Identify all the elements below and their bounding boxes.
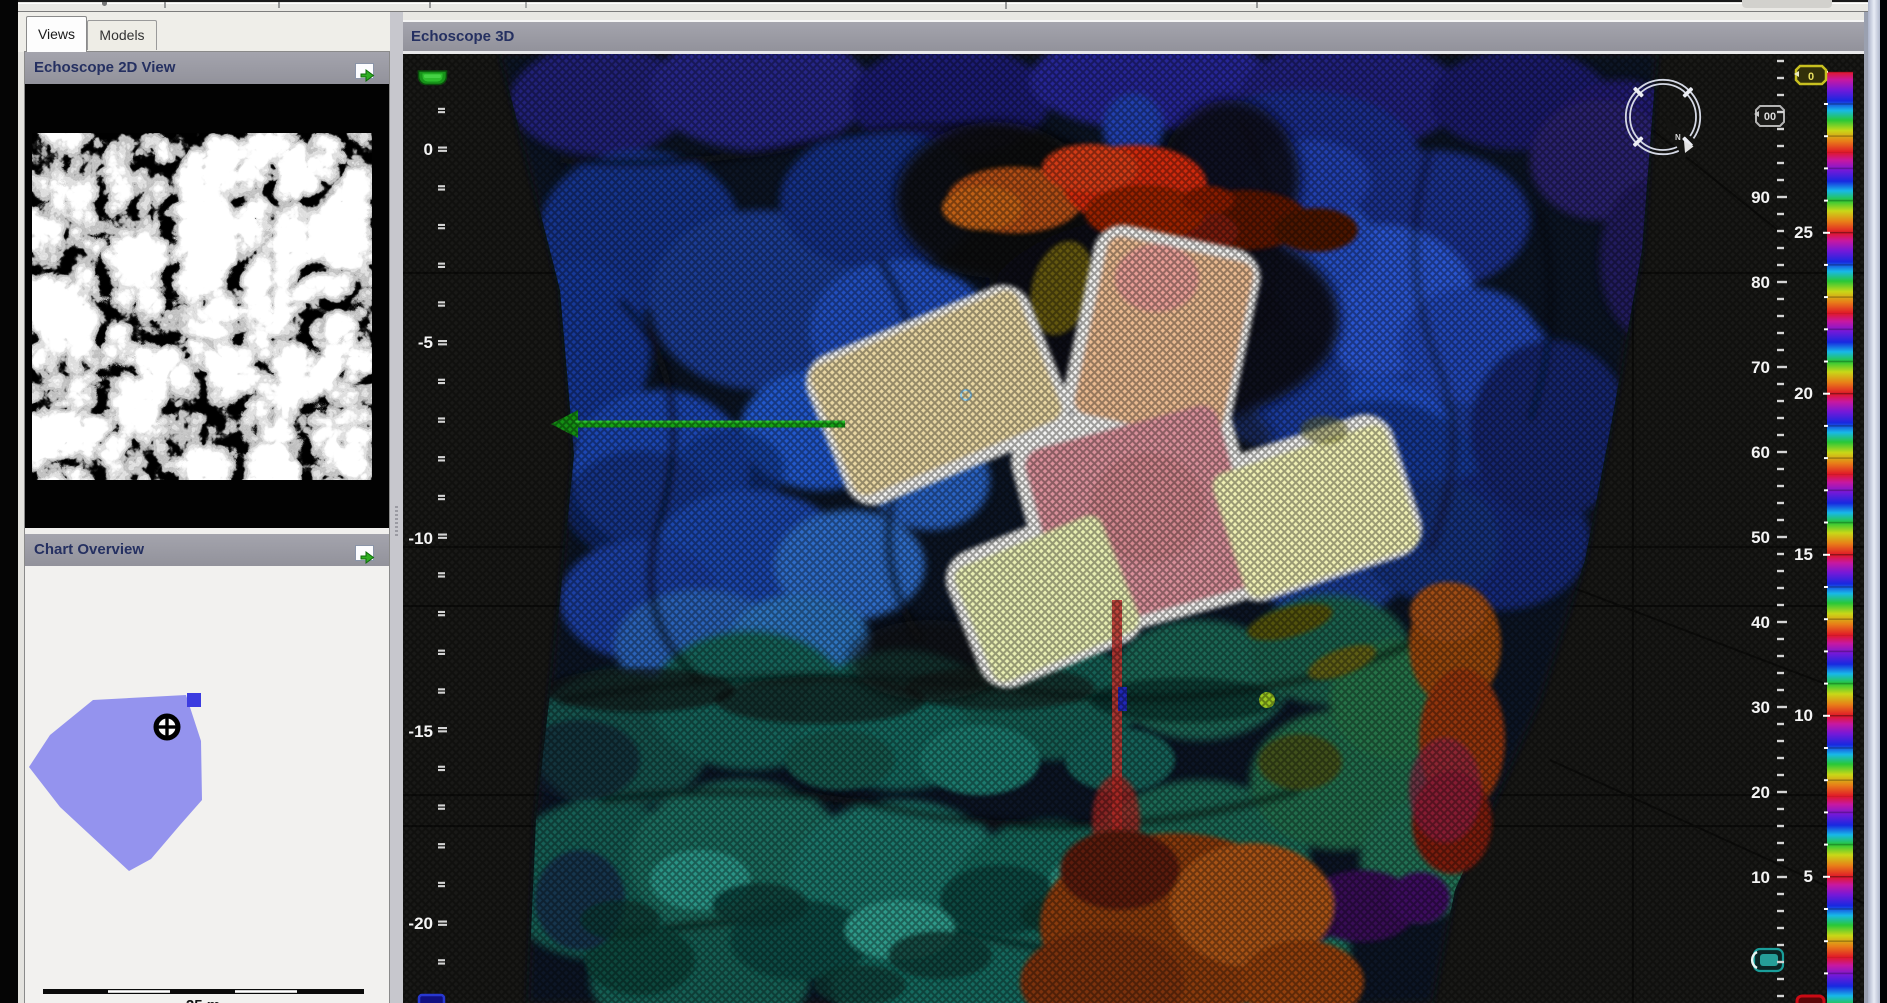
svg-text:10: 10 — [1794, 706, 1813, 725]
svg-text:60: 60 — [1751, 443, 1770, 462]
svg-text:-15: -15 — [408, 722, 433, 741]
svg-text:15: 15 — [1794, 545, 1813, 564]
svg-text:0: 0 — [1808, 71, 1814, 83]
svg-text:-5: -5 — [418, 333, 433, 352]
svg-text:0: 0 — [424, 140, 433, 159]
svg-text:-10: -10 — [408, 529, 433, 548]
svg-text:N: N — [1675, 133, 1681, 142]
svg-text:70: 70 — [1751, 358, 1770, 377]
svg-text:50: 50 — [1751, 528, 1770, 547]
svg-text:25 m: 25 m — [186, 997, 220, 1003]
svg-text:20: 20 — [1794, 384, 1813, 403]
svg-text:40: 40 — [1751, 613, 1770, 632]
svg-text:25: 25 — [1794, 223, 1813, 242]
svg-text:80: 80 — [1751, 273, 1770, 292]
svg-text:30: 30 — [1751, 698, 1770, 717]
svg-text:10: 10 — [1751, 868, 1770, 887]
svg-text:-20: -20 — [408, 914, 433, 933]
svg-text:00: 00 — [1764, 111, 1776, 123]
svg-text:5: 5 — [1804, 867, 1813, 886]
svg-text:90: 90 — [1751, 188, 1770, 207]
svg-text:20: 20 — [1751, 783, 1770, 802]
